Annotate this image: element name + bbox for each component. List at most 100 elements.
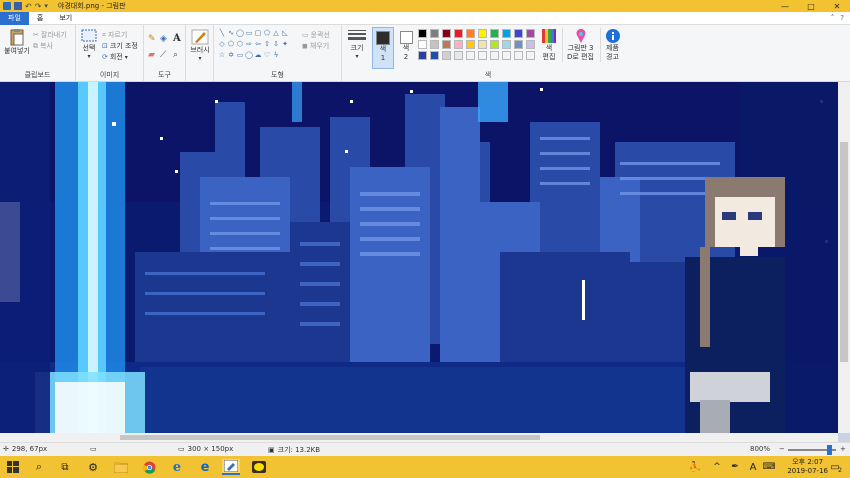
rectangle-shape-icon[interactable]: ▭: [245, 29, 253, 37]
text-tool[interactable]: A: [173, 33, 181, 44]
oval-shape-icon[interactable]: ◯: [236, 29, 244, 37]
kakaotalk-button[interactable]: [250, 459, 268, 475]
palette-color-swatch[interactable]: [478, 51, 487, 60]
curve-shape-icon[interactable]: ∿: [227, 29, 235, 37]
pen-workspace-button[interactable]: ✒: [726, 459, 744, 475]
callout-oval-shape-icon[interactable]: ◯: [245, 51, 253, 59]
internet-explorer-button[interactable]: e: [168, 459, 186, 475]
edit-colors-button[interactable]: 색 편집: [538, 28, 560, 62]
palette-color-swatch[interactable]: [490, 40, 499, 49]
vertical-scroll-thumb[interactable]: [840, 142, 848, 362]
palette-color-swatch[interactable]: [526, 29, 535, 38]
palette-color-swatch[interactable]: [514, 40, 523, 49]
palette-color-swatch[interactable]: [514, 51, 523, 60]
lightning-shape-icon[interactable]: ϟ: [272, 51, 280, 59]
palette-color-swatch[interactable]: [418, 29, 427, 38]
rotate-button[interactable]: ⟳ 회전 ▾: [102, 52, 128, 62]
callout-rect-shape-icon[interactable]: ▭: [236, 51, 244, 59]
palette-color-swatch[interactable]: [526, 51, 535, 60]
palette-color-swatch[interactable]: [442, 40, 451, 49]
palette-color-swatch[interactable]: [442, 51, 451, 60]
product-alert-button[interactable]: 제품 경고: [600, 28, 624, 62]
palette-color-swatch[interactable]: [418, 40, 427, 49]
touch-keyboard-button[interactable]: ⌨: [760, 459, 778, 475]
palette-color-swatch[interactable]: [442, 29, 451, 38]
eraser-tool[interactable]: ▰: [148, 50, 155, 60]
zoom-in-button[interactable]: +: [840, 445, 846, 453]
paint3d-button[interactable]: 그림판 3 D로 편집: [562, 28, 598, 62]
zoom-out-button[interactable]: −: [779, 445, 785, 453]
show-hidden-icons-button[interactable]: ^: [708, 459, 726, 475]
paint-taskbar-button[interactable]: [222, 459, 240, 475]
polygon-shape-icon[interactable]: ⬠: [263, 29, 271, 37]
chrome-button[interactable]: [140, 459, 158, 475]
shapes-gallery[interactable]: ╲ ∿ ◯ ▭ ▢ ⬠ △ ◺ ◇ ⬠ ⬡ ⇨ ⇦ ⇧ ⇩ ✦ ☆ ✡ ▭ ◯ …: [218, 29, 298, 63]
heart-shape-icon[interactable]: ♡: [263, 51, 271, 59]
edge-button[interactable]: e: [196, 459, 214, 475]
palette-color-swatch[interactable]: [478, 40, 487, 49]
palette-color-swatch[interactable]: [478, 29, 487, 38]
right-arrow-shape-icon[interactable]: ⇨: [245, 40, 253, 48]
tab-file[interactable]: 파일: [0, 11, 29, 25]
palette-color-swatch[interactable]: [454, 51, 463, 60]
palette-color-swatch[interactable]: [454, 40, 463, 49]
palette-color-swatch[interactable]: [466, 51, 475, 60]
customize-qat-icon[interactable]: ▾: [44, 2, 48, 10]
palette-color-swatch[interactable]: [418, 51, 427, 60]
settings-taskbar-button[interactable]: ⚙: [84, 459, 102, 475]
zoom-slider-thumb[interactable]: [827, 445, 832, 455]
taskbar-clock[interactable]: 오후 2:07 2019-07-16: [787, 458, 828, 476]
palette-color-swatch[interactable]: [502, 40, 511, 49]
color2-button[interactable]: 색 2: [396, 27, 416, 69]
palette-color-swatch[interactable]: [514, 29, 523, 38]
maximize-button[interactable]: □: [798, 0, 824, 12]
save-icon[interactable]: [14, 2, 22, 10]
palette-color-swatch[interactable]: [502, 51, 511, 60]
six-point-star-shape-icon[interactable]: ✡: [227, 51, 235, 59]
right-triangle-shape-icon[interactable]: ◺: [281, 29, 289, 37]
palette-color-swatch[interactable]: [466, 40, 475, 49]
action-center-button[interactable]: ▭ 2: [826, 459, 844, 475]
hexagon-shape-icon[interactable]: ⬡: [236, 40, 244, 48]
file-explorer-button[interactable]: [112, 459, 130, 475]
undo-icon[interactable]: ↶: [25, 2, 32, 11]
five-point-star-shape-icon[interactable]: ☆: [218, 51, 226, 59]
people-button[interactable]: ⛹: [686, 459, 704, 475]
line-shape-icon[interactable]: ╲: [218, 29, 226, 37]
outline-button[interactable]: ▭ 윤곽선: [302, 30, 330, 40]
collapse-ribbon-icon[interactable]: ˄: [831, 14, 835, 22]
task-view-button[interactable]: ⧉: [56, 459, 74, 475]
color1-button[interactable]: 색 1: [372, 27, 394, 69]
search-button[interactable]: ⌕: [30, 459, 48, 475]
canvas-area[interactable]: [0, 82, 850, 442]
redo-icon[interactable]: ↷: [35, 2, 42, 11]
palette-color-swatch[interactable]: [430, 40, 439, 49]
palette-color-swatch[interactable]: [430, 51, 439, 60]
palette-color-swatch[interactable]: [466, 29, 475, 38]
size-button[interactable]: 크기 ▾: [344, 29, 370, 60]
four-point-star-shape-icon[interactable]: ✦: [281, 40, 289, 48]
palette-color-swatch[interactable]: [490, 51, 499, 60]
palette-color-swatch[interactable]: [526, 40, 535, 49]
up-arrow-shape-icon[interactable]: ⇧: [263, 40, 271, 48]
palette-color-swatch[interactable]: [490, 29, 499, 38]
horizontal-scroll-thumb[interactable]: [120, 435, 540, 440]
cut-button[interactable]: ✂ 잘라내기: [33, 30, 67, 40]
fill-tool[interactable]: ◈: [160, 34, 167, 44]
close-button[interactable]: ✕: [824, 0, 850, 12]
callout-cloud-shape-icon[interactable]: ☁: [254, 51, 262, 59]
left-arrow-shape-icon[interactable]: ⇦: [254, 40, 262, 48]
help-icon[interactable]: ?: [840, 14, 844, 22]
tab-home[interactable]: 홈: [29, 12, 51, 25]
minimize-button[interactable]: —: [772, 0, 798, 12]
copy-button[interactable]: ⧉ 복사: [33, 41, 53, 51]
pentagon-shape-icon[interactable]: ⬠: [227, 40, 235, 48]
resize-button[interactable]: ⊡ 크기 조정: [102, 41, 138, 51]
tab-view[interactable]: 보기: [51, 12, 80, 25]
image-canvas[interactable]: [0, 82, 838, 433]
start-button[interactable]: [4, 459, 22, 475]
down-arrow-shape-icon[interactable]: ⇩: [272, 40, 280, 48]
paste-button[interactable]: 붙여넣기: [3, 28, 31, 56]
rounded-rectangle-shape-icon[interactable]: ▢: [254, 29, 262, 37]
select-button[interactable]: 선택 ▾: [78, 29, 100, 60]
